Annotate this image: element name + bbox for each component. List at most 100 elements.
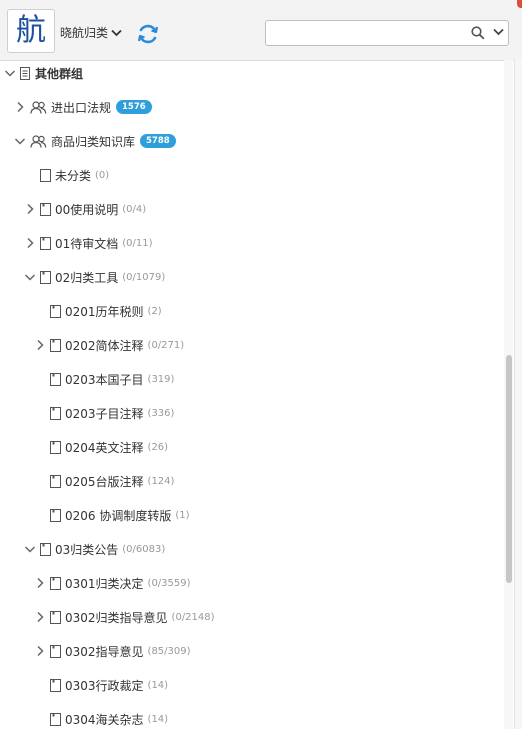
- tree-item[interactable]: 0304海关杂志 (14): [34, 704, 168, 734]
- tree-item-label: 02归类工具: [55, 270, 119, 285]
- expand-chevron-right-icon[interactable]: [34, 577, 46, 589]
- notebook-icon: [40, 236, 51, 250]
- tree-item-count: (336): [147, 407, 175, 419]
- tree-item[interactable]: 商品归类知识库 5788: [14, 126, 176, 156]
- tree-item[interactable]: 未分类 (0): [24, 160, 109, 190]
- tree-scroll-thumb[interactable]: [506, 355, 512, 583]
- count-badge: 5788: [140, 134, 176, 148]
- sync-icon[interactable]: [136, 22, 160, 46]
- notebook-icon: [50, 440, 61, 454]
- notebook-icon: [50, 678, 61, 692]
- tree-item-label: 0202简体注释: [65, 338, 144, 353]
- tree-item-label: 其他群组: [35, 66, 84, 81]
- tree-item[interactable]: 0301归类决定 (0/3559): [34, 568, 191, 598]
- expand-chevron-right-icon[interactable]: [24, 203, 36, 215]
- notebook-icon: [50, 610, 61, 624]
- tree-item-count: (319): [147, 373, 175, 385]
- tree-item-label: 03归类公告: [55, 542, 119, 557]
- tree-item-label: 0302归类指导意见: [65, 610, 168, 625]
- tree-item-count: (1): [175, 509, 190, 521]
- collapse-chevron-down-icon[interactable]: [4, 67, 16, 79]
- notebook-icon: [50, 576, 61, 590]
- expand-chevron-right-icon[interactable]: [34, 645, 46, 657]
- tree-item[interactable]: 0303行政裁定 (14): [34, 670, 168, 700]
- tree-item-label: 0304海关杂志: [65, 712, 144, 727]
- tree-item[interactable]: 02归类工具 (0/1079): [24, 262, 165, 292]
- user-menu-label: 晓航归类: [60, 26, 109, 40]
- tree-item-label: 0302指导意见: [65, 644, 144, 659]
- tree-item[interactable]: 00使用说明 (0/4): [24, 194, 146, 224]
- notebook-icon: [50, 712, 61, 726]
- tree-item-count: (0): [95, 169, 110, 181]
- search-input[interactable]: [270, 23, 464, 45]
- notebook-icon: [20, 66, 30, 80]
- tree-item[interactable]: 进出口法规 1576: [14, 92, 152, 122]
- tree-item-label: 0201历年税则: [65, 304, 144, 319]
- count-badge: 1576: [116, 100, 152, 114]
- search-box: [265, 20, 509, 46]
- collapse-chevron-down-icon[interactable]: [14, 135, 26, 147]
- tree-item-label: 0301归类决定: [65, 576, 144, 591]
- search-options-chevron-icon[interactable]: [493, 28, 504, 36]
- tree-item-count: (124): [147, 475, 175, 487]
- tree-item-count: (0/6083): [122, 543, 166, 555]
- tree-item[interactable]: 0203子目注释 (336): [34, 398, 174, 428]
- tree-item-label: 0203子目注释: [65, 406, 144, 421]
- tree-item-count: (0/11): [122, 237, 153, 249]
- tree-item[interactable]: 0203本国子目 (319): [34, 364, 174, 394]
- tree-item[interactable]: 0201历年税则 (2): [34, 296, 162, 326]
- tree-item-count: (26): [147, 441, 169, 453]
- notebook-icon: [40, 542, 51, 556]
- tree-item-label: 0205台版注释: [65, 474, 144, 489]
- tree-item-label: 00使用说明: [55, 202, 119, 217]
- tree-item-label: 未分类: [55, 168, 92, 183]
- tree-item-count: (0/271): [147, 339, 185, 351]
- tree-item-count: (2): [147, 305, 162, 317]
- right-panel-edge: [514, 60, 522, 729]
- tree-item[interactable]: 0302指导意见 (85/309): [34, 636, 191, 666]
- expand-chevron-right-icon[interactable]: [24, 237, 36, 249]
- collapse-chevron-down-icon[interactable]: [24, 543, 36, 555]
- corner-marker: [517, 0, 522, 8]
- tree-item-count: (14): [147, 679, 169, 691]
- document-icon: [40, 168, 51, 182]
- notebook-icon: [50, 372, 61, 386]
- logo-char: 航: [16, 13, 46, 48]
- tree-item[interactable]: 其他群组: [4, 58, 83, 88]
- tree-item[interactable]: 0302归类指导意见 (0/2148): [34, 602, 215, 632]
- expand-chevron-right-icon[interactable]: [14, 101, 26, 113]
- tree-item[interactable]: 01待审文档 (0/11): [24, 228, 153, 258]
- chevron-down-icon: [111, 29, 122, 36]
- tree-item-label: 01待审文档: [55, 236, 119, 251]
- tree-item[interactable]: 0206 协调制度转版 (1): [34, 500, 190, 530]
- tree-item[interactable]: 0204英文注释 (26): [34, 432, 168, 462]
- app-logo[interactable]: 航: [7, 9, 55, 53]
- user-menu-dropdown[interactable]: 晓航归类: [60, 24, 122, 41]
- search-icon[interactable]: [471, 26, 485, 40]
- notebook-icon: [40, 270, 51, 284]
- tree-item-count: (85/309): [147, 645, 191, 657]
- notebook-icon: [40, 202, 51, 216]
- collapse-chevron-down-icon[interactable]: [24, 271, 36, 283]
- tree-item-label: 0303行政裁定: [65, 678, 144, 693]
- tree-item[interactable]: 03归类公告 (0/6083): [24, 534, 165, 564]
- tree-item-label: 0203本国子目: [65, 372, 144, 387]
- notebook-icon: [50, 406, 61, 420]
- tree-item[interactable]: 0202简体注释 (0/271): [34, 330, 184, 360]
- notebook-icon: [50, 508, 61, 522]
- tree-item-count: (0/4): [122, 203, 147, 215]
- tree-item[interactable]: 0205台版注释 (124): [34, 466, 174, 496]
- tree-item-count: (0/2148): [171, 611, 215, 623]
- expand-chevron-right-icon[interactable]: [34, 339, 46, 351]
- expand-chevron-right-icon[interactable]: [34, 611, 46, 623]
- notebook-icon: [50, 338, 61, 352]
- notebook-icon: [50, 474, 61, 488]
- top-toolbar: 航 晓航归类: [0, 0, 522, 61]
- group-icon: [30, 100, 47, 114]
